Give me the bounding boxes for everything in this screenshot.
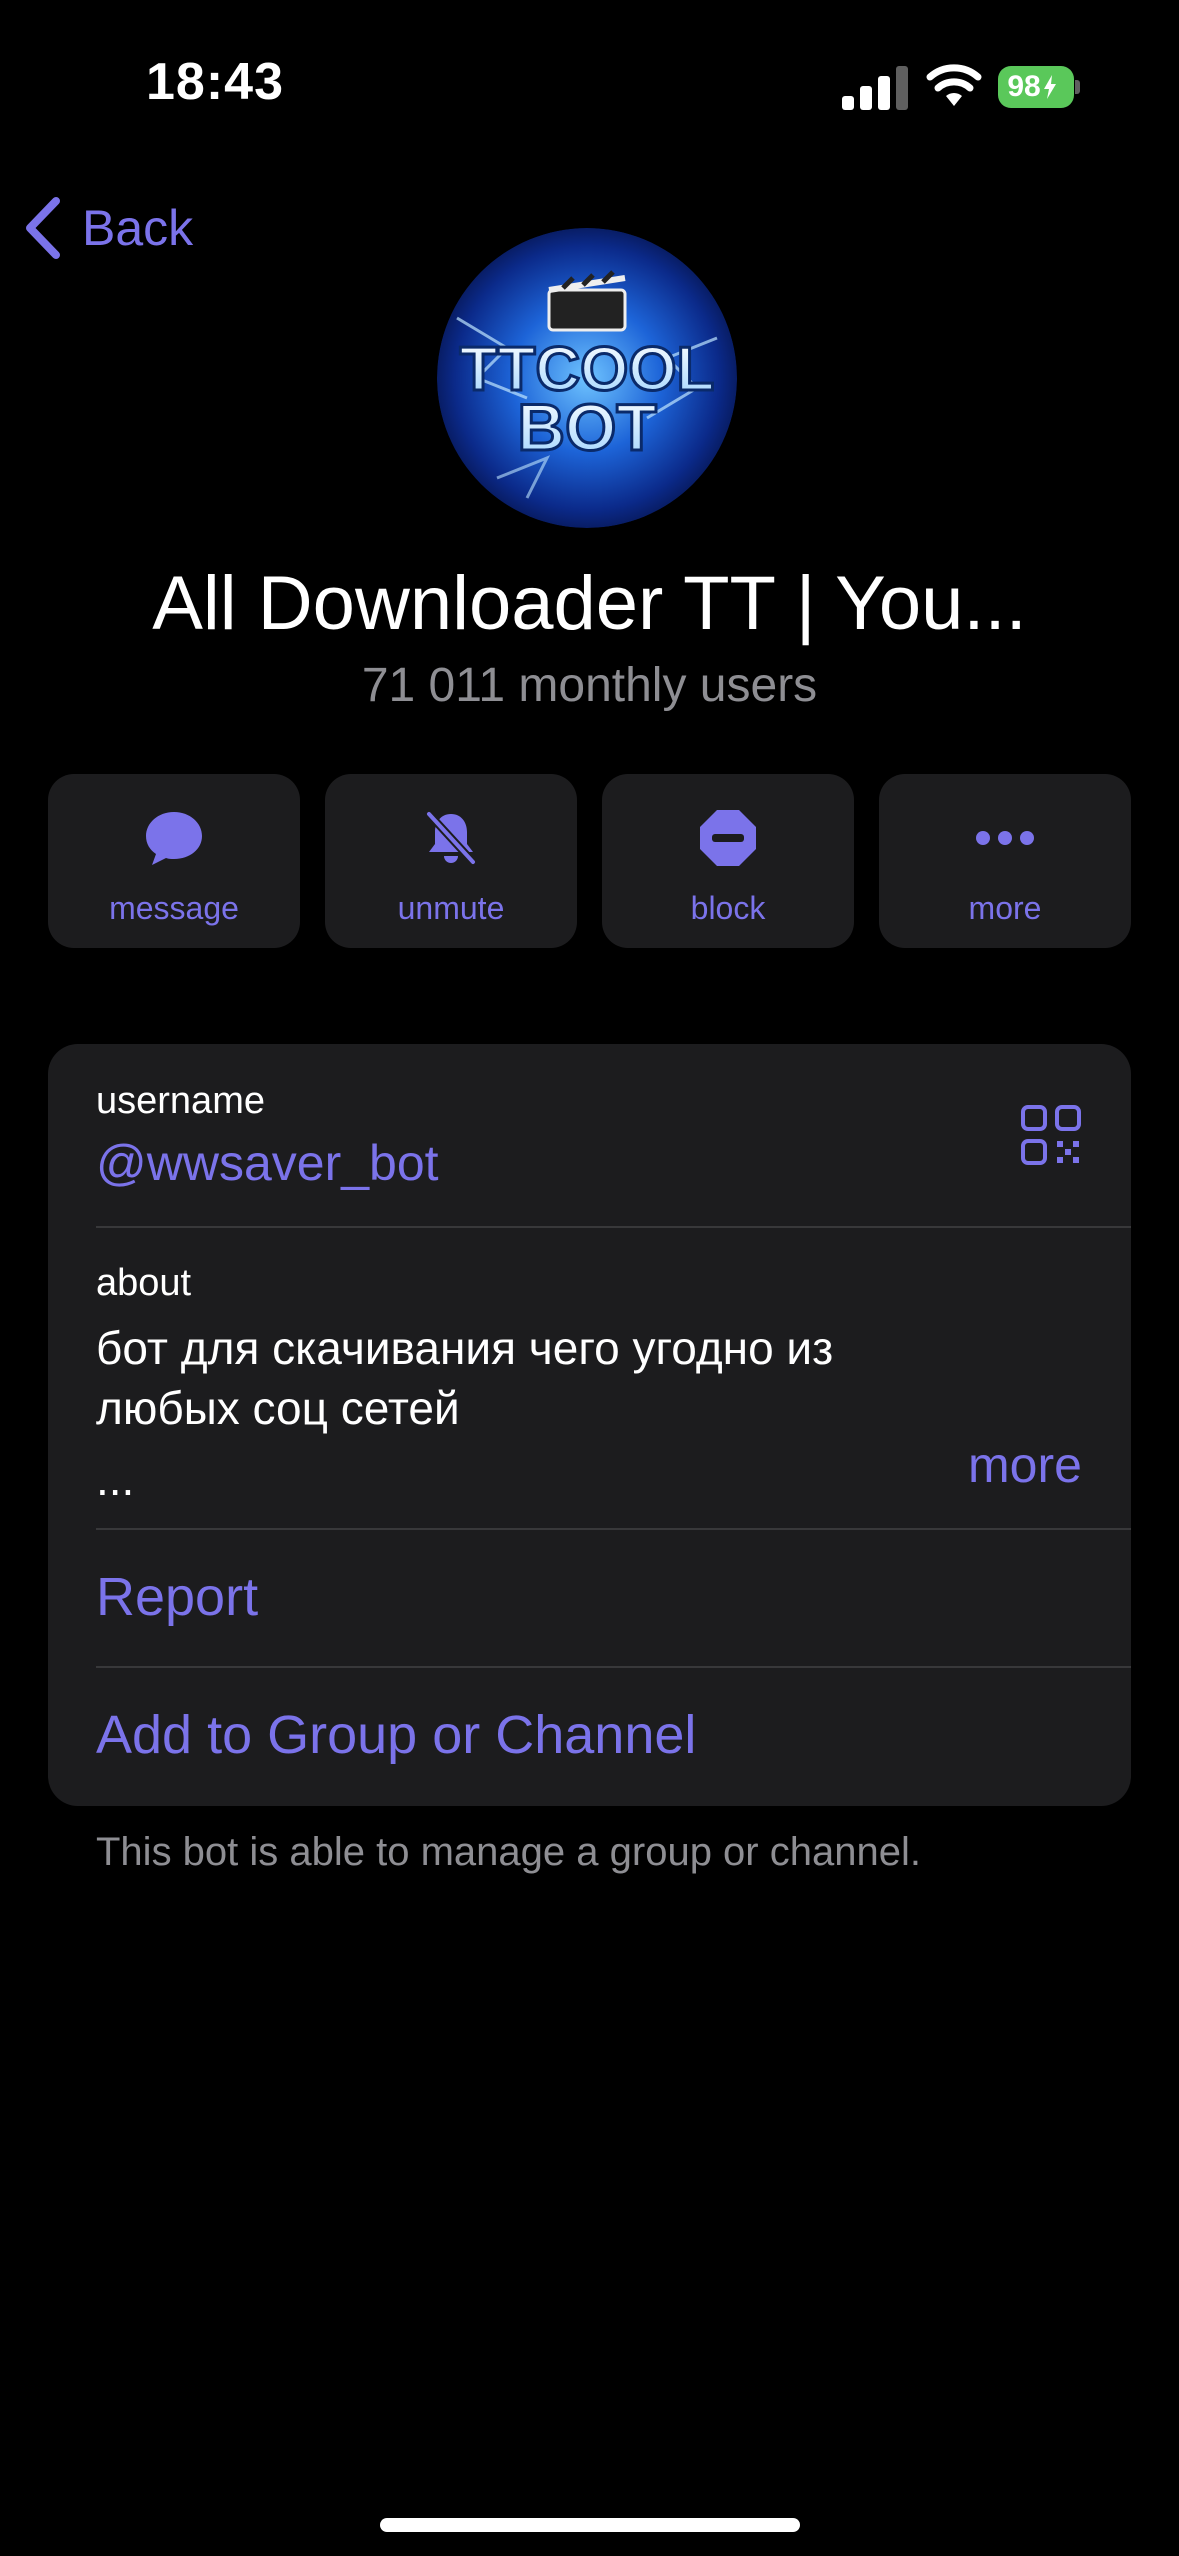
about-line-2: любых соц сетей bbox=[96, 1382, 460, 1434]
block-label: block bbox=[690, 890, 766, 926]
username-label: username bbox=[96, 1080, 265, 1122]
more-button[interactable]: more bbox=[879, 774, 1131, 948]
avatar-text-line2: BOT bbox=[517, 390, 656, 464]
divider bbox=[96, 1666, 1131, 1668]
battery-tip bbox=[1075, 80, 1080, 94]
unmute-button[interactable]: unmute bbox=[325, 774, 577, 948]
message-button[interactable]: message bbox=[48, 774, 300, 948]
username-link[interactable]: @wwsaver_bot bbox=[96, 1134, 439, 1192]
about-ellipsis: ... bbox=[96, 1453, 135, 1505]
battery-charging-icon bbox=[1043, 75, 1056, 99]
ellipsis-icon bbox=[976, 831, 1034, 845]
back-button[interactable]: Back bbox=[20, 190, 193, 266]
about-label: about bbox=[96, 1262, 192, 1304]
bell-slash-icon bbox=[425, 810, 477, 866]
footnote: This bot is able to manage a group or ch… bbox=[96, 1830, 921, 1874]
more-label: more bbox=[968, 890, 1042, 926]
qr-code-icon[interactable] bbox=[1020, 1104, 1082, 1166]
battery-level: 98 bbox=[1007, 70, 1041, 103]
battery-indicator: 98 bbox=[998, 66, 1074, 108]
home-indicator[interactable] bbox=[380, 2518, 800, 2532]
divider bbox=[96, 1226, 1131, 1228]
message-label: message bbox=[109, 890, 239, 926]
wifi-icon bbox=[926, 64, 982, 106]
block-button[interactable]: block bbox=[602, 774, 854, 948]
signal-icon bbox=[842, 66, 908, 110]
add-to-group-button[interactable]: Add to Group or Channel bbox=[96, 1704, 696, 1766]
action-bar: message unmute block more bbox=[48, 774, 1131, 948]
block-icon bbox=[700, 810, 756, 866]
report-button[interactable]: Report bbox=[96, 1566, 258, 1628]
chat-bubble-icon bbox=[146, 812, 202, 865]
monthly-users: 71 011 monthly users bbox=[361, 659, 818, 712]
status-time: 18:43 bbox=[146, 53, 284, 111]
profile-name: All Downloader TT | You... bbox=[152, 561, 1027, 646]
about-more-link[interactable]: more bbox=[968, 1436, 1082, 1494]
divider bbox=[96, 1528, 1131, 1530]
avatar[interactable]: TTCOOL BOT bbox=[437, 228, 737, 528]
bot-logo: TTCOOL BOT bbox=[437, 228, 737, 528]
chevron-left-icon bbox=[26, 197, 60, 259]
unmute-label: unmute bbox=[397, 890, 505, 926]
about-line-1: бот для скачивания чего угодно из bbox=[96, 1322, 834, 1374]
back-label: Back bbox=[82, 200, 194, 256]
about-text: бот для скачивания чего угодно из любых … bbox=[96, 1318, 996, 1438]
